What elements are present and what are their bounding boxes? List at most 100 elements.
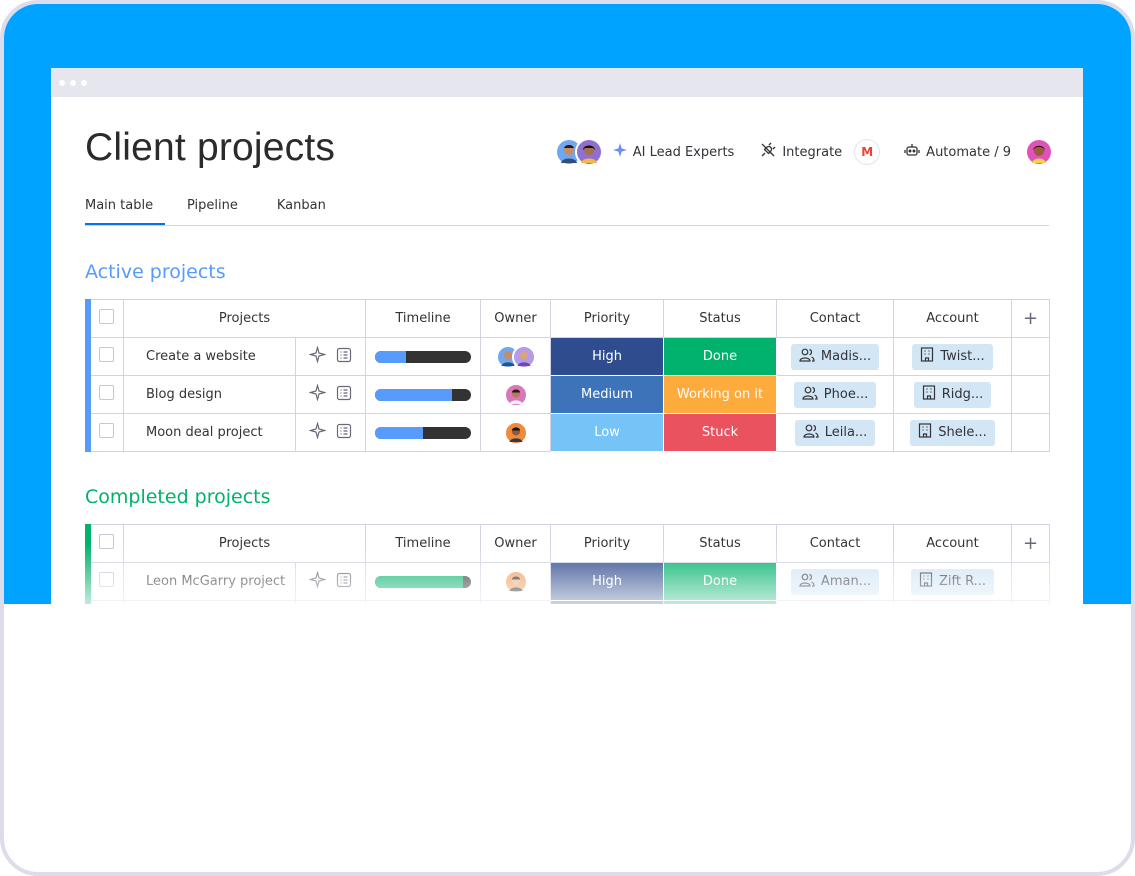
column-header-contact[interactable]: Contact: [776, 524, 895, 563]
account-name: Shele...: [938, 425, 987, 440]
contact-chip[interactable]: Madis...: [790, 343, 880, 370]
table-row[interactable]: Leon McGarry project High Done Aman... Z…: [85, 562, 1051, 601]
timeline-bar: [375, 575, 472, 588]
contact-cell[interactable]: Leila...: [776, 413, 895, 452]
notes-icon[interactable]: [336, 385, 352, 405]
row-select-cell[interactable]: [85, 337, 124, 376]
notes-icon[interactable]: [336, 347, 352, 367]
priority-cell[interactable]: High: [550, 337, 665, 376]
column-header-timeline[interactable]: Timeline: [365, 299, 482, 338]
notes-icon[interactable]: [336, 423, 352, 443]
select-all-checkbox[interactable]: [99, 534, 114, 549]
tab-pipeline[interactable]: Pipeline: [187, 198, 238, 225]
add-column-button[interactable]: +: [1011, 299, 1051, 338]
contact-chip[interactable]: Leila...: [794, 419, 876, 446]
item-name[interactable]: Leon McGarry project: [123, 562, 296, 601]
sparkle-icon[interactable]: [308, 383, 327, 405]
row-checkbox[interactable]: [99, 385, 114, 400]
building-icon: [918, 423, 932, 442]
select-all-cell[interactable]: [85, 299, 124, 338]
owner-cell[interactable]: [480, 375, 552, 414]
status-cell[interactable]: Done: [663, 562, 778, 601]
contact-chip[interactable]: Aman...: [790, 568, 880, 595]
table-row[interactable]: Create a website High Done Madis... Twis…: [85, 337, 1051, 376]
contact-cell[interactable]: Aman...: [776, 562, 895, 601]
select-all-cell[interactable]: [85, 524, 124, 563]
sparkle-icon[interactable]: [308, 421, 327, 443]
column-header-account[interactable]: Account: [893, 524, 1013, 563]
column-header-timeline[interactable]: Timeline: [365, 524, 482, 563]
account-chip[interactable]: Twist...: [912, 343, 993, 370]
column-header-priority[interactable]: Priority: [550, 299, 665, 338]
sparkle-icon[interactable]: [308, 345, 327, 367]
empty-cell: [1011, 413, 1051, 452]
owner-cell[interactable]: [480, 337, 552, 376]
owner-cell[interactable]: [480, 413, 552, 452]
column-header-contact[interactable]: Contact: [776, 299, 895, 338]
add-column-button[interactable]: +: [1011, 524, 1051, 563]
contact-cell[interactable]: Phoe...: [776, 375, 895, 414]
priority-cell[interactable]: Medium: [550, 375, 665, 414]
table-row[interactable]: Blog design Medium Working on it Phoe...: [85, 375, 1051, 414]
column-header-priority[interactable]: Priority: [550, 524, 665, 563]
column-header-account[interactable]: Account: [893, 299, 1013, 338]
plug-icon: [760, 142, 776, 162]
sparkle-icon[interactable]: [308, 570, 327, 592]
column-header-owner[interactable]: Owner: [480, 524, 552, 563]
contact-cell[interactable]: Madis...: [776, 337, 895, 376]
team-avatars[interactable]: [554, 138, 603, 166]
timeline-cell[interactable]: [365, 562, 482, 601]
item-name[interactable]: Moon deal project: [123, 413, 296, 452]
ai-lead-experts-label: AI Lead Experts: [632, 144, 735, 160]
account-chip[interactable]: Zift R...: [910, 568, 995, 595]
column-header-status[interactable]: Status: [663, 524, 778, 563]
row-select-cell[interactable]: [85, 413, 124, 452]
account-chip[interactable]: Ridg...: [913, 381, 992, 408]
column-header-projects[interactable]: Projects: [122, 524, 367, 563]
user-avatar[interactable]: [1025, 138, 1053, 166]
building-icon: [922, 385, 936, 404]
status-cell[interactable]: Done: [663, 337, 778, 376]
account-chip[interactable]: Shele...: [910, 419, 995, 446]
row-checkbox[interactable]: [99, 347, 114, 362]
row-select-cell[interactable]: [85, 375, 124, 414]
priority-cell[interactable]: Low: [550, 413, 665, 452]
select-all-checkbox[interactable]: [99, 309, 114, 324]
partial-cell: [1011, 600, 1051, 604]
priority-cell[interactable]: High: [550, 562, 665, 601]
contact-chip[interactable]: Phoe...: [793, 381, 877, 408]
item-name[interactable]: Blog design: [123, 375, 296, 414]
account-cell[interactable]: Shele...: [893, 413, 1013, 452]
status-cell[interactable]: Stuck: [663, 413, 778, 452]
column-header-owner[interactable]: Owner: [480, 299, 552, 338]
tab-main-table[interactable]: Main table: [85, 198, 165, 225]
owner-cell[interactable]: [480, 562, 552, 601]
row-checkbox[interactable]: [99, 423, 114, 438]
timeline-cell[interactable]: [365, 413, 482, 452]
empty-cell: [1011, 562, 1051, 601]
row-select-cell[interactable]: [85, 562, 124, 601]
board-table-completed: Projects Timeline Owner Priority Status …: [85, 524, 1051, 604]
item-name[interactable]: Create a website: [123, 337, 296, 376]
ai-lead-experts-button[interactable]: AI Lead Experts: [612, 143, 735, 161]
window-dot: [70, 79, 76, 86]
row-checkbox[interactable]: [99, 572, 114, 587]
group-title-active[interactable]: Active projects: [85, 261, 226, 283]
table-row[interactable]: Moon deal project Low Stuck Leila... She…: [85, 413, 1051, 452]
timeline-cell[interactable]: [365, 337, 482, 376]
building-icon: [920, 347, 934, 366]
account-cell[interactable]: Twist...: [893, 337, 1013, 376]
timeline-cell[interactable]: [365, 375, 482, 414]
column-header-projects[interactable]: Projects: [122, 299, 367, 338]
group-title-completed[interactable]: Completed projects: [85, 486, 271, 508]
timeline-fill: [375, 575, 464, 588]
automate-button[interactable]: Automate / 9: [904, 142, 1011, 162]
notes-icon[interactable]: [336, 572, 352, 592]
tab-kanban[interactable]: Kanban: [277, 198, 326, 225]
integrate-button[interactable]: Integrate M: [760, 139, 881, 165]
avatar: [503, 569, 528, 594]
column-header-status[interactable]: Status: [663, 299, 778, 338]
status-cell[interactable]: Working on it: [663, 375, 778, 414]
account-cell[interactable]: Ridg...: [893, 375, 1013, 414]
account-cell[interactable]: Zift R...: [893, 562, 1013, 601]
